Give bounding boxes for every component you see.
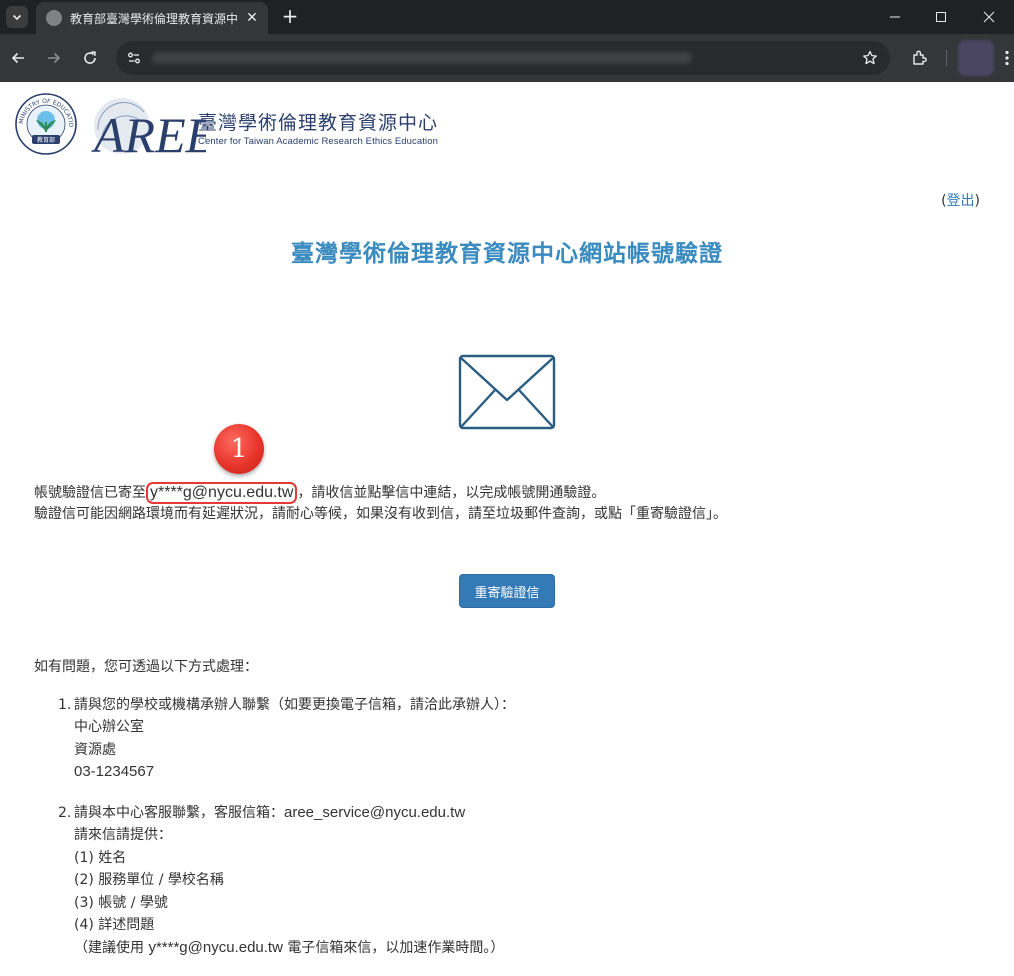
field-account: (3) 帳號 / 學號: [74, 894, 168, 911]
org-name-en: Center for Taiwan Academic Research Ethi…: [198, 136, 439, 147]
reload-icon[interactable]: [78, 46, 102, 70]
service-email: aree_service@nycu.edu.tw: [284, 804, 466, 821]
aree-logo-text: AREE: [91, 107, 206, 158]
verification-message-line2: 驗證信可能因網路環境而有延遲狀況，請耐心等候，如果沒有收到信，請至垃圾郵件查詢，…: [34, 506, 727, 522]
address-bar[interactable]: [116, 41, 890, 75]
aree-logo: AREE: [91, 98, 206, 158]
field-description: (4) 詳述問題: [74, 917, 155, 933]
message-suffix: ，請收信並點擊信中連結，以完成帳號開通驗證。: [297, 485, 606, 501]
help-item-heading: 請與您的學校或機構承辦人聯繫（如要更換電子信箱，請洽此承辦人）：: [74, 697, 515, 713]
org-name-cn: 臺灣學術倫理教育資源中心: [198, 112, 439, 134]
forward-icon[interactable]: [42, 46, 66, 70]
profile-avatar[interactable]: [958, 40, 994, 76]
list-number: 1.: [58, 697, 72, 713]
logout-close-paren: ): [974, 193, 980, 209]
extensions-icon[interactable]: [908, 46, 932, 70]
contact-phone: 03-1234567: [74, 763, 155, 780]
browser-toolbar: [0, 34, 1014, 82]
list-number: 2.: [58, 805, 72, 821]
help-intro: 如有問題，您可透過以下方式處理：: [34, 659, 258, 675]
seal-cn-text: 教育部: [37, 136, 55, 144]
note-prefix: （建議使用: [74, 939, 149, 956]
logout-link[interactable]: 登出: [947, 193, 975, 209]
provide-instructions: 請來信請提供：: [74, 827, 172, 843]
window-close-icon[interactable]: [964, 0, 1014, 34]
annotation-badge: 1: [214, 424, 264, 474]
help-item-contact-service: 2. 請與本中心客服聯繫，客服信箱：aree_service@nycu.edu.t…: [58, 802, 958, 959]
contact-department: 資源處: [74, 741, 116, 758]
ministry-of-education-seal: MINISTRY OF EDUCATION 教育部: [14, 92, 77, 155]
site-info-icon[interactable]: [124, 48, 144, 68]
globe-icon: [46, 10, 62, 26]
tab-title: 教育部臺灣學術倫理教育資源中: [70, 11, 238, 26]
message-prefix: 帳號驗證信已寄至: [34, 485, 146, 501]
logout-container: (登出): [941, 190, 980, 210]
resend-verification-button[interactable]: 重寄驗證信: [459, 574, 555, 608]
page-title: 臺灣學術倫理教育資源中心網站帳號驗證: [291, 241, 723, 267]
toolbar-divider: [946, 50, 947, 66]
minimize-icon[interactable]: [872, 0, 918, 34]
note-suffix: 電子信箱來信，以加速作業時間。）: [282, 939, 505, 956]
field-unit: (2) 服務單位 / 學校名稱: [74, 872, 224, 888]
email-suggestion: （建議使用 y****g@nycu.edu.tw 電子信箱來信，以加速作業時間。…: [58, 937, 958, 960]
new-tab-button[interactable]: +: [278, 5, 302, 29]
tab-list-icon[interactable]: [6, 6, 28, 28]
field-name: (1) 姓名: [74, 849, 127, 866]
envelope-icon: [458, 354, 556, 430]
back-icon[interactable]: [6, 46, 30, 70]
kebab-menu-icon[interactable]: [1000, 46, 1014, 70]
help-item-contact-school: 1. 請與您的學校或機構承辦人聯繫（如要更換電子信箱，請洽此承辦人）： 中心辦公室…: [58, 694, 958, 784]
contact-office: 中心辦公室: [74, 719, 144, 735]
browser-tab-bar: 教育部臺灣學術倫理教育資源中 ✕ +: [0, 0, 1014, 34]
sent-email-address: y****g@nycu.edu.tw: [146, 482, 298, 504]
help-item-heading: 請與本中心客服聯繫，客服信箱：: [74, 805, 284, 821]
verification-message-line1: 帳號驗證信已寄至 y****g@nycu.edu.tw ，請收信並點擊信中連結，以完…: [34, 482, 605, 504]
url-text-redacted: [152, 52, 692, 64]
note-email: y****g@nycu.edu.tw: [148, 938, 283, 956]
close-icon[interactable]: ✕: [244, 10, 260, 26]
page-content: MINISTRY OF EDUCATION 教育部 AREE 臺灣學術倫理教育資…: [0, 82, 1014, 976]
star-icon[interactable]: [860, 48, 880, 68]
site-logo[interactable]: MINISTRY OF EDUCATION 教育部 AREE 臺灣學術倫理教育資…: [14, 92, 444, 158]
maximize-icon[interactable]: [918, 0, 964, 34]
browser-tab[interactable]: 教育部臺灣學術倫理教育資源中 ✕: [36, 2, 268, 34]
